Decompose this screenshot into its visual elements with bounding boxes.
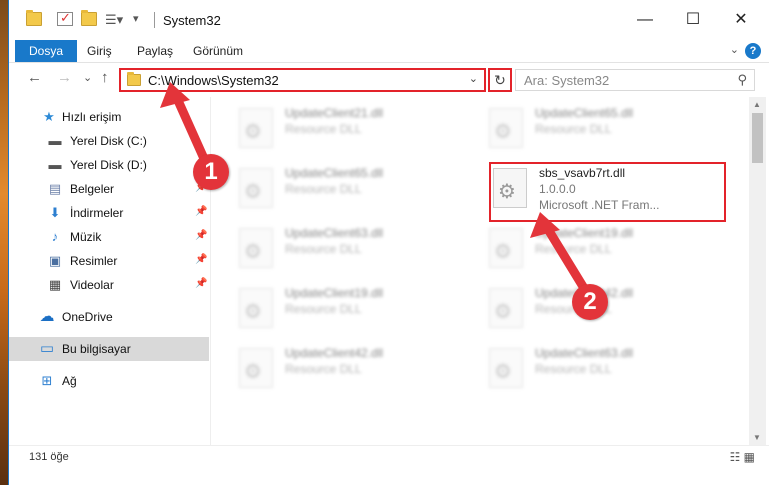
- annotation-arrows: [160, 82, 595, 303]
- step-badge-1: 1: [193, 154, 229, 190]
- step-badge-2: 2: [572, 284, 608, 320]
